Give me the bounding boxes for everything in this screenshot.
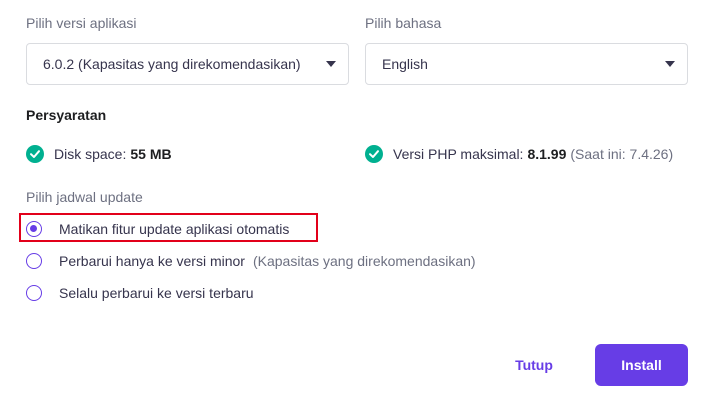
- language-select[interactable]: English: [365, 43, 688, 85]
- chevron-down-icon: [665, 61, 675, 67]
- install-button[interactable]: Install: [595, 344, 688, 386]
- radio-unselected[interactable]: [26, 253, 42, 269]
- update-option-label: Perbarui hanya ke versi minor: [59, 253, 245, 269]
- php-label: Versi PHP maksimal:: [393, 146, 524, 162]
- close-button[interactable]: Tutup: [507, 345, 561, 385]
- update-option-disable[interactable]: Matikan fitur update aplikasi otomatis: [26, 221, 289, 237]
- language-value: English: [382, 56, 428, 72]
- language-label: Pilih bahasa: [365, 15, 442, 31]
- radio-selected[interactable]: [26, 221, 42, 237]
- update-option-minor[interactable]: Perbarui hanya ke versi minor (Kapasitas…: [26, 253, 476, 269]
- app-version-select[interactable]: 6.0.2 (Kapasitas yang direkomendasikan): [26, 43, 349, 85]
- disk-space-value: 55 MB: [130, 146, 172, 162]
- php-current: (Saat ini: 7.4.26): [570, 146, 674, 162]
- requirements-title: Persyaratan: [26, 107, 107, 123]
- update-option-label: Selalu perbarui ke versi terbaru: [59, 285, 254, 301]
- disk-space-requirement: Disk space: 55 MB: [26, 145, 172, 163]
- update-schedule-label: Pilih jadwal update: [26, 189, 143, 205]
- update-option-label: Matikan fitur update aplikasi otomatis: [59, 221, 290, 237]
- app-version-value: 6.0.2 (Kapasitas yang direkomendasikan): [43, 56, 301, 72]
- update-option-latest[interactable]: Selalu perbarui ke versi terbaru: [26, 285, 254, 301]
- check-circle-icon: [365, 145, 383, 163]
- disk-space-label: Disk space:: [54, 146, 127, 162]
- check-circle-icon: [26, 145, 44, 163]
- chevron-down-icon: [326, 61, 336, 67]
- radio-unselected[interactable]: [26, 285, 42, 301]
- update-option-note: (Kapasitas yang direkomendasikan): [252, 253, 476, 269]
- php-requirement: Versi PHP maksimal: 8.1.99 (Saat ini: 7.…: [365, 145, 673, 163]
- php-value: 8.1.99: [527, 146, 567, 162]
- app-version-label: Pilih versi aplikasi: [26, 15, 137, 31]
